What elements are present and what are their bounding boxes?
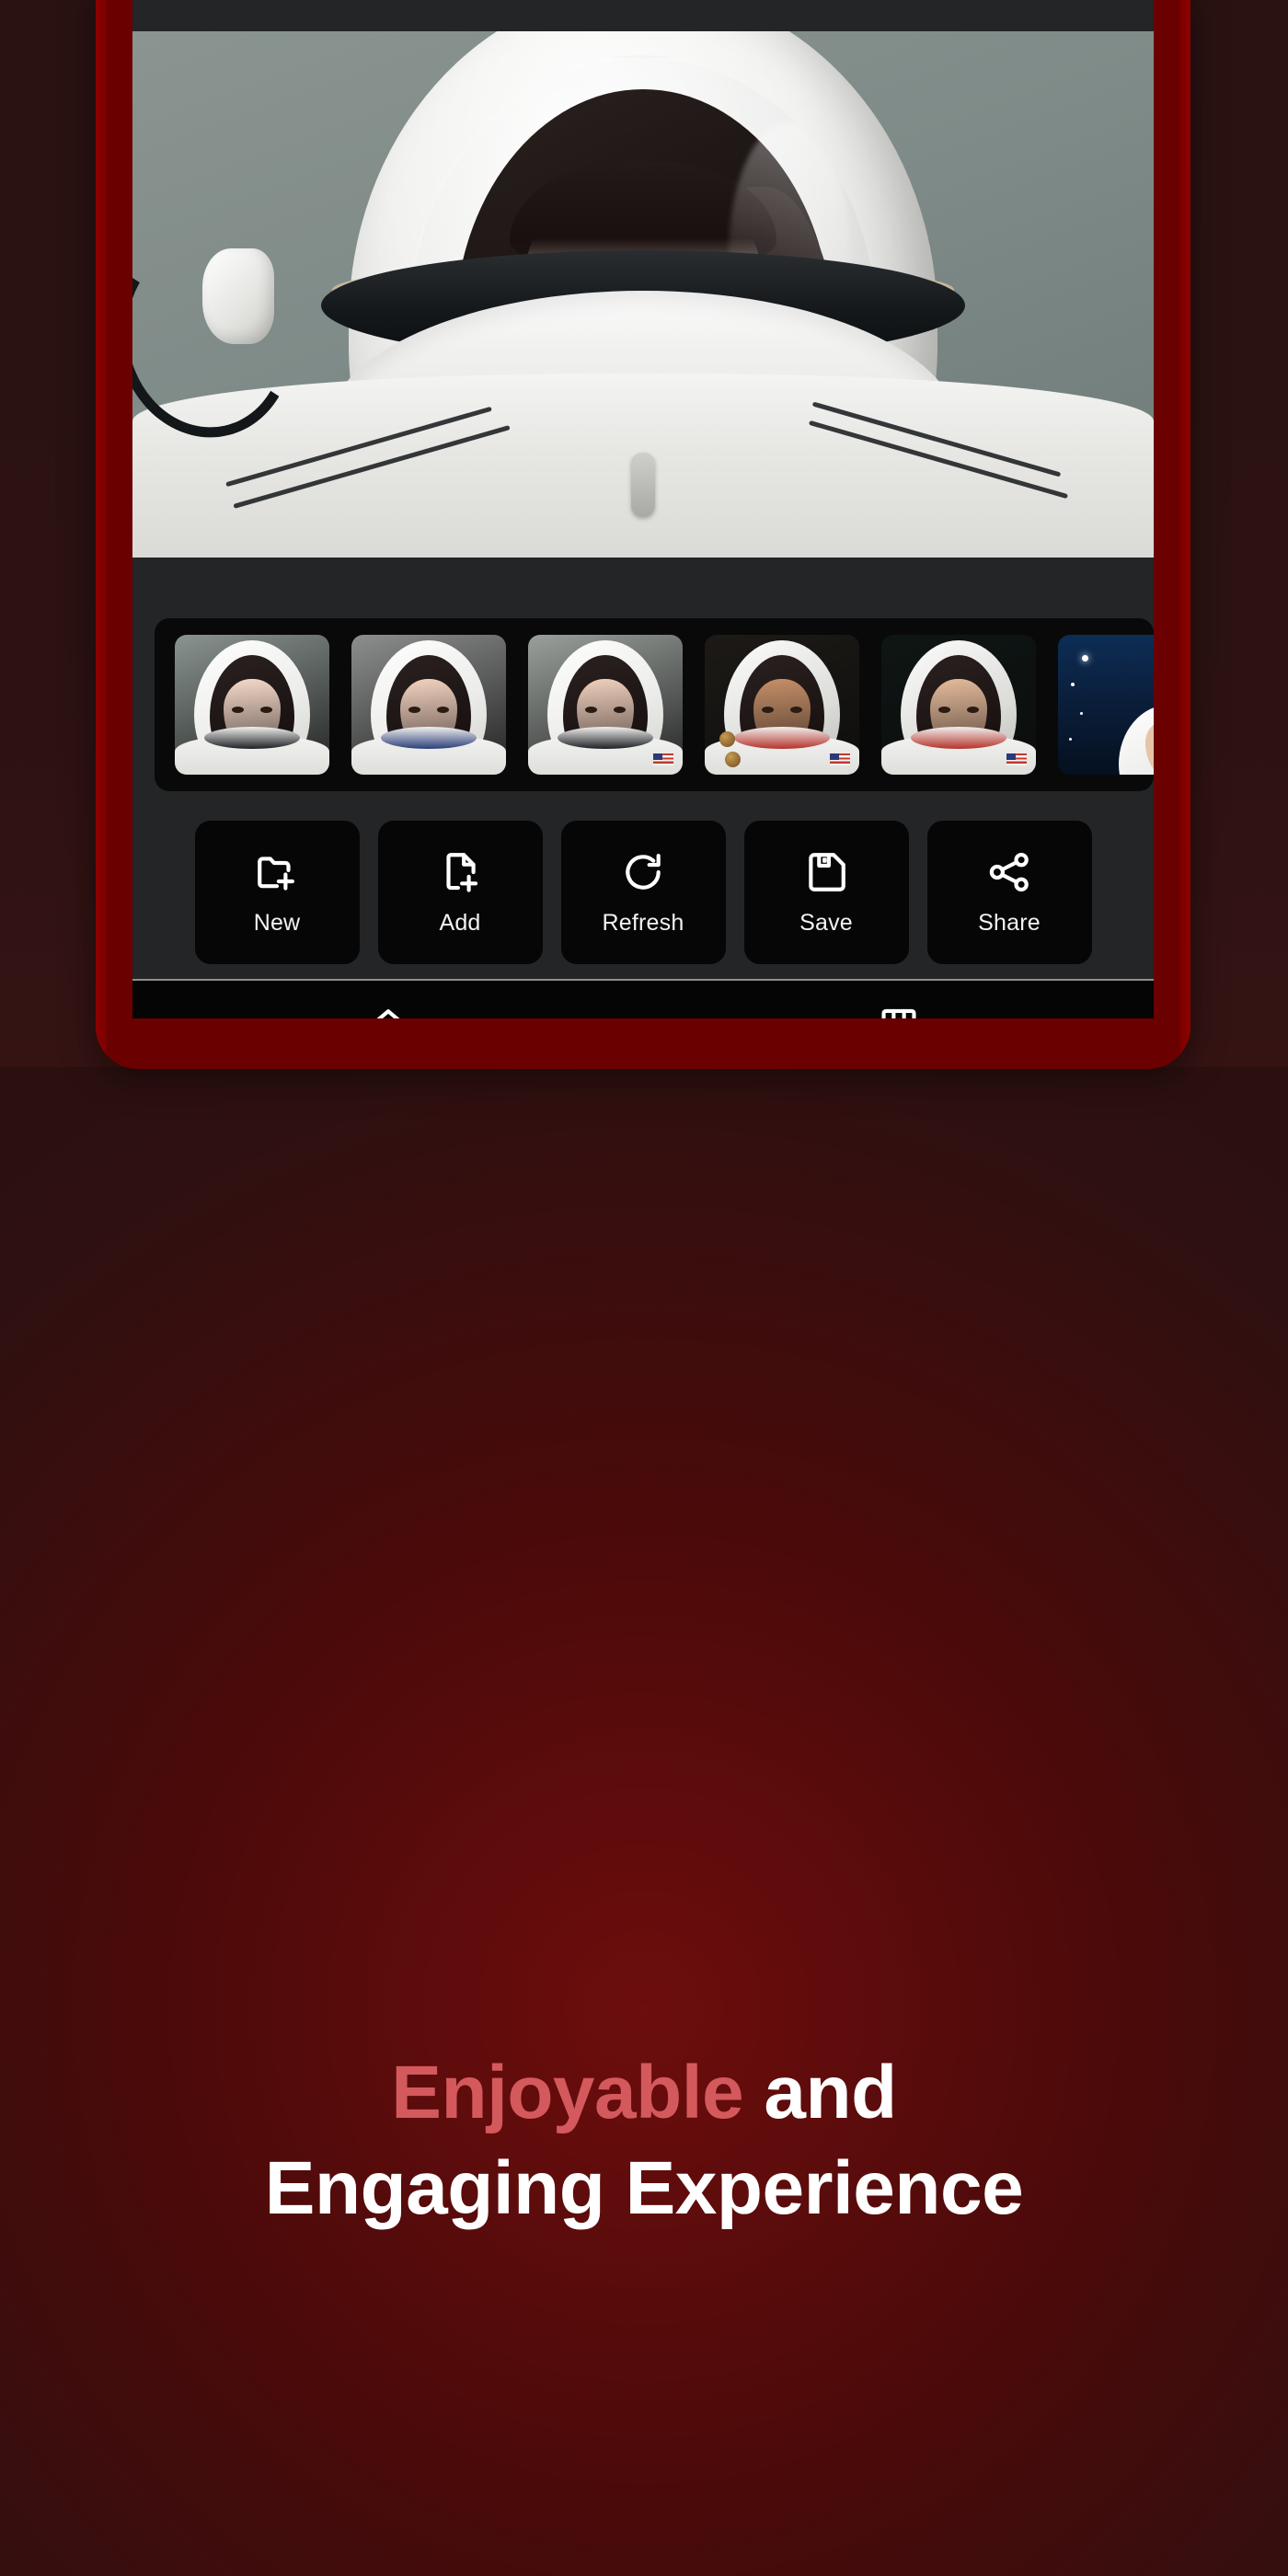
suit-zipper bbox=[631, 453, 655, 517]
new-button-label: New bbox=[253, 909, 301, 936]
thumbnail-item[interactable] bbox=[528, 635, 683, 775]
refresh-icon bbox=[620, 849, 666, 895]
bottom-navigation-bar: Home Saved bbox=[132, 979, 1154, 1018]
share-button-label: Share bbox=[978, 909, 1041, 936]
thumbnail-track bbox=[175, 635, 1154, 775]
headline-line-1-rest: and bbox=[743, 2051, 897, 2134]
phone-bezel-right bbox=[1179, 0, 1190, 1069]
action-toolbar: New Add Refresh Save Share bbox=[132, 821, 1154, 968]
thumbnail-item[interactable] bbox=[881, 635, 1036, 775]
thumbnail-item[interactable] bbox=[1058, 635, 1154, 775]
phone-device-frame: New Add Refresh Save Share bbox=[96, 0, 1190, 1069]
suit-stripe bbox=[811, 401, 1062, 477]
save-button[interactable]: Save bbox=[743, 821, 909, 964]
nav-item-home[interactable]: Home bbox=[132, 981, 643, 1018]
save-button-label: Save bbox=[799, 909, 853, 936]
bookmark-book-icon bbox=[875, 1005, 923, 1018]
phone-bezel-left bbox=[96, 0, 107, 1069]
suit-stripe bbox=[225, 406, 492, 488]
refresh-button-label: Refresh bbox=[602, 909, 684, 936]
file-plus-icon bbox=[437, 849, 483, 895]
thumbnail-strip[interactable] bbox=[155, 618, 1154, 791]
promo-headline: Enjoyable and Engaging Experience bbox=[0, 2051, 1288, 2243]
space-suit bbox=[132, 374, 1154, 558]
thumbnail-item[interactable] bbox=[705, 635, 859, 775]
share-nodes-icon bbox=[986, 849, 1032, 895]
add-button[interactable]: Add bbox=[377, 821, 543, 964]
folder-plus-icon bbox=[254, 849, 300, 895]
share-button[interactable]: Share bbox=[926, 821, 1092, 964]
suit-stripe bbox=[808, 420, 1069, 500]
home-icon bbox=[364, 1005, 412, 1018]
add-button-label: Add bbox=[439, 909, 481, 936]
headline-line-2: Engaging Experience bbox=[264, 2146, 1024, 2231]
nav-item-saved[interactable]: Saved bbox=[643, 981, 1154, 1018]
headline-line-1: Enjoyable and bbox=[0, 2051, 1288, 2134]
headline-accent-word: Enjoyable bbox=[391, 2051, 744, 2134]
refresh-button[interactable]: Refresh bbox=[560, 821, 726, 964]
new-button[interactable]: New bbox=[194, 821, 360, 964]
main-preview-image[interactable] bbox=[132, 31, 1154, 558]
phone-screen: New Add Refresh Save Share bbox=[132, 0, 1154, 1018]
floppy-disk-icon bbox=[803, 849, 849, 895]
suit-stripe bbox=[233, 425, 511, 509]
thumbnail-item[interactable] bbox=[175, 635, 329, 775]
thumbnail-item[interactable] bbox=[351, 635, 506, 775]
